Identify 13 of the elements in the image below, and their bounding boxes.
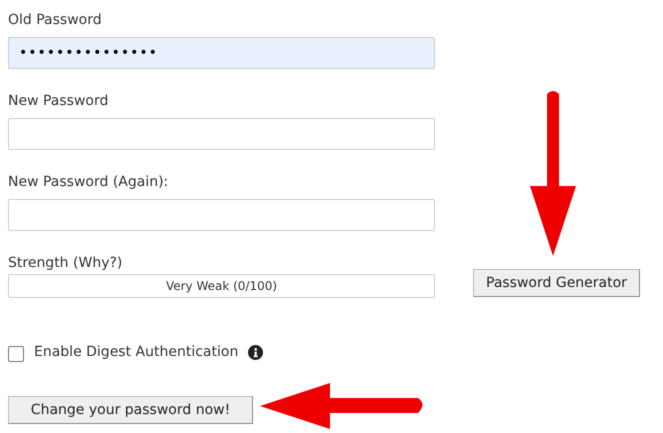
checkbox-label: Enable Digest Authentication xyxy=(34,344,238,360)
strength-reading: Very Weak (0/100) xyxy=(166,279,278,293)
submit-button[interactable]: Change your password now! xyxy=(8,396,253,424)
field-label: New Password (Again): xyxy=(8,173,170,192)
input-field[interactable] xyxy=(8,199,435,231)
input-field[interactable] xyxy=(8,118,435,150)
checkbox[interactable] xyxy=(8,346,24,362)
field-label: New Password xyxy=(8,92,110,111)
strength-label: Strength (Why?) xyxy=(8,254,124,273)
field-label: Old Password xyxy=(8,11,103,30)
input-field[interactable]: ••••••••••••••• xyxy=(8,37,435,69)
info-icon[interactable] xyxy=(248,344,264,360)
password-generator-button[interactable]: Password Generator xyxy=(473,269,640,297)
